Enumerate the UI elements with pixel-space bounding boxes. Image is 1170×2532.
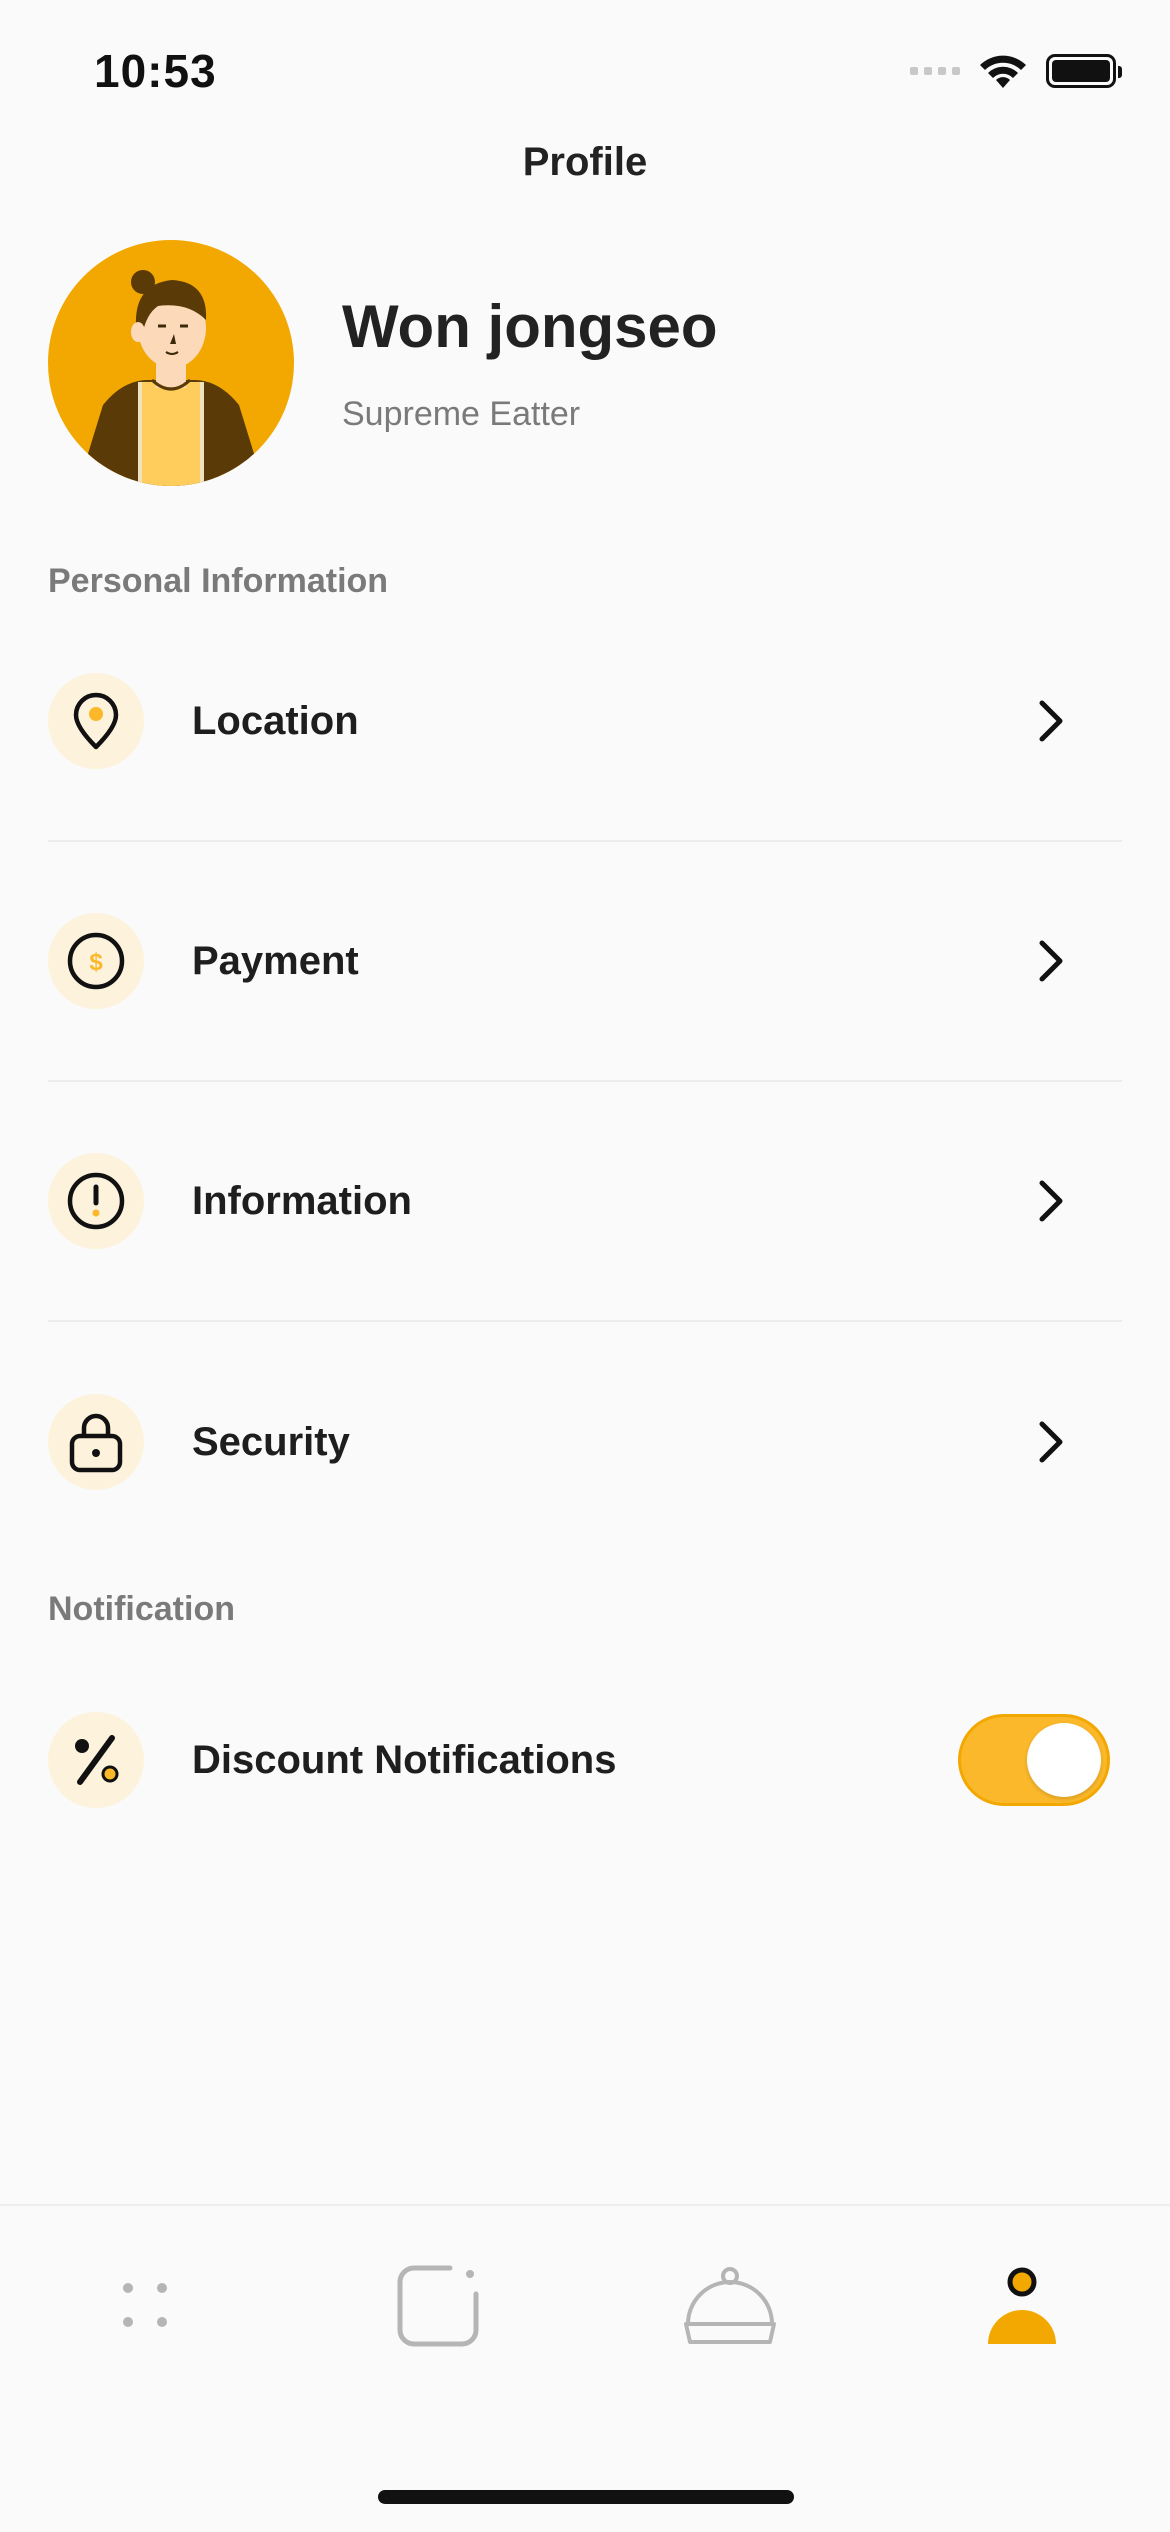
page-title: Profile <box>522 140 648 184</box>
status-icons <box>910 52 1122 90</box>
coin-dollar-icon: $ <box>48 913 144 1009</box>
grid-dots-icon <box>123 2283 167 2327</box>
cellular-signal-icon <box>910 67 960 75</box>
battery-icon <box>1046 54 1122 88</box>
chevron-right-icon <box>1039 1421 1063 1463</box>
wifi-icon <box>980 55 1026 88</box>
menu-item-payment[interactable]: $ Payment <box>48 842 1122 1082</box>
location-pin-icon <box>48 673 144 769</box>
menu-item-label: Discount Notifications <box>192 1737 617 1782</box>
status-bar: 10:53 <box>0 0 1170 140</box>
chevron-right-icon <box>1039 940 1063 982</box>
avatar[interactable] <box>48 240 294 486</box>
menu-item-discount-notifications: Discount Notifications <box>48 1640 1122 1880</box>
tab-food[interactable] <box>680 2256 780 2356</box>
tab-orders[interactable] <box>388 2256 488 2356</box>
square-badge-icon <box>397 2265 479 2347</box>
section-title-notification: Notification <box>48 1590 235 1628</box>
profile-name: Won jongseo <box>342 293 718 360</box>
profile-header: Won jongseo Supreme Eatter <box>48 240 718 486</box>
chevron-right-icon <box>1039 1180 1063 1222</box>
food-cloche-icon <box>684 2267 776 2344</box>
profile-subtitle: Supreme Eatter <box>342 395 581 433</box>
tab-profile[interactable] <box>972 2256 1072 2356</box>
menu-item-label: Payment <box>192 938 359 983</box>
percent-icon <box>48 1712 144 1808</box>
menu-item-information[interactable]: Information <box>48 1082 1122 1322</box>
toggle-knob <box>1027 1723 1101 1797</box>
tab-bar <box>0 2204 1170 2532</box>
discount-notifications-toggle[interactable] <box>958 1714 1110 1806</box>
lock-icon <box>48 1394 144 1490</box>
profile-user-icon <box>988 2267 1056 2344</box>
menu-item-label: Security <box>192 1419 350 1464</box>
chevron-right-icon <box>1039 700 1063 742</box>
menu-item-label: Location <box>192 698 359 743</box>
info-alert-icon <box>48 1153 144 1249</box>
home-indicator <box>378 2490 794 2504</box>
menu-item-security[interactable]: Security <box>48 1322 1122 1562</box>
menu-item-location[interactable]: Location <box>48 602 1122 842</box>
svg-text:$: $ <box>89 949 103 976</box>
menu-item-label: Information <box>192 1178 412 1223</box>
tab-home[interactable] <box>96 2256 196 2356</box>
status-time: 10:53 <box>94 45 217 97</box>
section-title-personal-information: Personal Information <box>48 562 389 600</box>
